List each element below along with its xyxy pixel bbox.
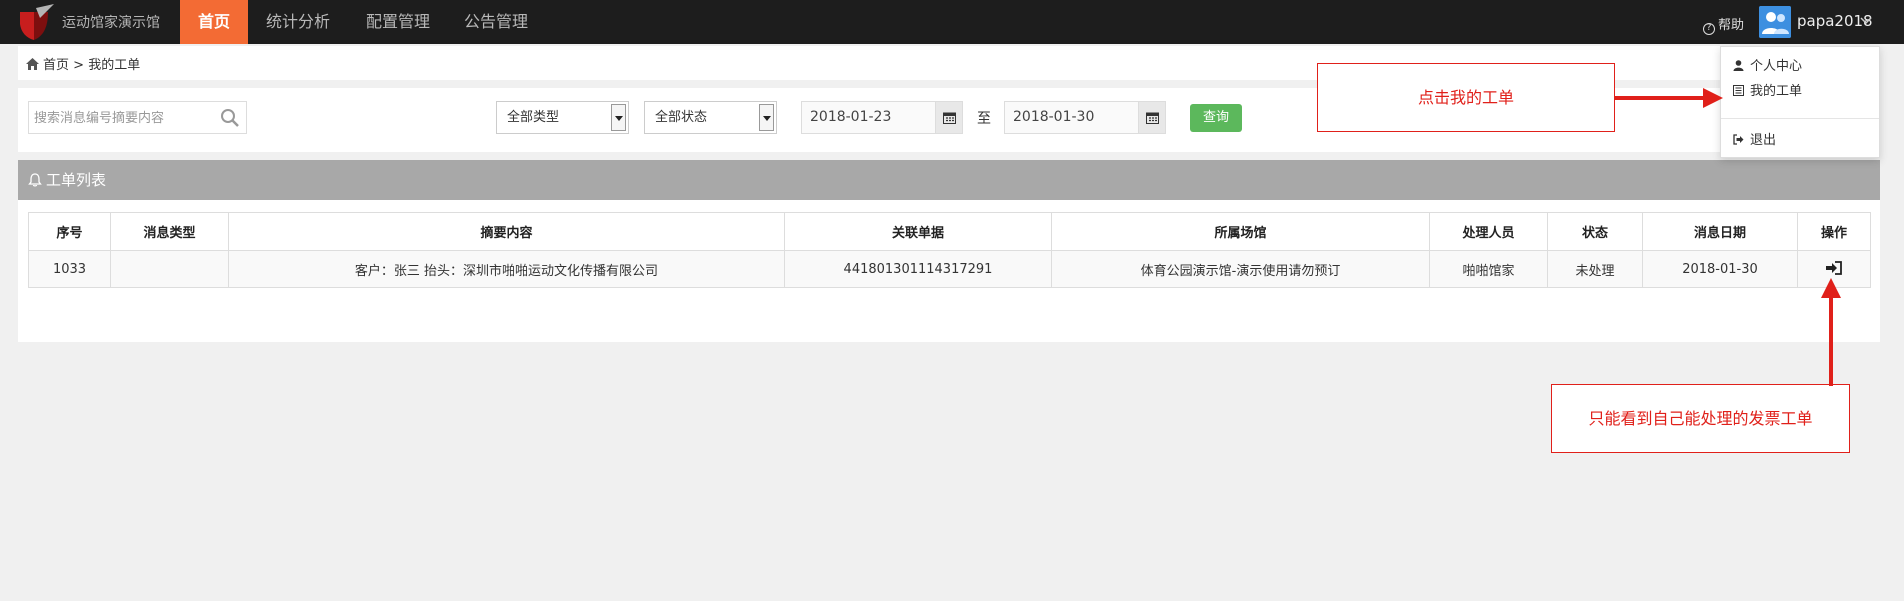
breadcrumb-current: 我的工单: [88, 58, 141, 73]
table-row: 1033 客户：张三 抬头：深圳市啪啪运动文化传播有限公司 4418013011…: [28, 250, 1871, 288]
status-select-value: 全部状态: [655, 110, 708, 125]
cell-summary: 客户：张三 抬头：深圳市啪啪运动文化传播有限公司: [228, 250, 785, 288]
column-header: 操作: [1797, 212, 1871, 251]
menu-item-my-orders[interactable]: 我的工单: [1733, 80, 1802, 99]
column-header: 处理人员: [1429, 212, 1548, 251]
user-dropdown-menu: 个人中心 我的工单 退出: [1720, 46, 1880, 158]
type-select-value: 全部类型: [507, 110, 560, 125]
dropdown-arrow-icon[interactable]: [759, 104, 774, 131]
user-icon: [1733, 60, 1744, 71]
logout-icon: [1733, 134, 1744, 145]
annotation-visibility-note: 只能看到自己能处理的发票工单: [1551, 384, 1850, 453]
calendar-button[interactable]: [1138, 102, 1165, 133]
query-button[interactable]: 查询: [1190, 104, 1242, 132]
bell-icon: [28, 173, 42, 187]
column-header: 摘要内容: [228, 212, 785, 251]
cell-id: 1033: [28, 250, 111, 288]
annotation-arrow-right: [1615, 88, 1723, 108]
cell-date: 2018-01-30: [1642, 250, 1798, 288]
date-range-separator: 至: [977, 111, 991, 127]
help-link[interactable]: ? 帮助: [1703, 14, 1744, 35]
cell-type: [110, 250, 229, 288]
column-header: 状态: [1547, 212, 1643, 251]
menu-item-label: 个人中心: [1750, 59, 1803, 74]
cell-handler: 啪啪馆家: [1429, 250, 1548, 288]
breadcrumb: 首页 > 我的工单: [26, 54, 140, 73]
nav-config[interactable]: 配置管理: [358, 0, 438, 44]
annotation-arrow-up: [1821, 278, 1841, 386]
app-title: 运动馆家演示馆: [62, 15, 160, 31]
nav-announcements[interactable]: 公告管理: [456, 0, 536, 44]
cell-status: 未处理: [1547, 250, 1643, 288]
menu-item-logout[interactable]: 退出: [1733, 129, 1776, 148]
date-from-field[interactable]: 2018-01-23: [801, 101, 963, 134]
breadcrumb-home[interactable]: 首页: [43, 58, 69, 73]
chevron-down-icon[interactable]: [1860, 16, 1872, 26]
column-header: 序号: [28, 212, 111, 251]
menu-item-label: 退出: [1750, 133, 1777, 148]
calendar-icon: [943, 112, 956, 124]
home-icon: [26, 58, 39, 70]
nav-statistics[interactable]: 统计分析: [258, 0, 338, 44]
column-header: 消息类型: [110, 212, 229, 251]
cell-related: 441801301114317291: [784, 250, 1052, 288]
date-to-field[interactable]: 2018-01-30: [1004, 101, 1166, 134]
search-input[interactable]: [34, 109, 214, 127]
column-header: 消息日期: [1642, 212, 1798, 251]
table-header-row: 序号 消息类型 摘要内容 关联单据 所属场馆 处理人员 状态 消息日期 操作: [28, 212, 1871, 251]
work-order-table: 序号 消息类型 摘要内容 关联单据 所属场馆 处理人员 状态 消息日期 操作 1…: [28, 212, 1871, 288]
type-select[interactable]: 全部类型: [496, 101, 629, 134]
dropdown-arrow-icon[interactable]: [611, 104, 626, 131]
column-header: 关联单据: [784, 212, 1052, 251]
calendar-button[interactable]: [935, 102, 962, 133]
nav-home[interactable]: 首页: [180, 0, 248, 44]
column-header: 所属场馆: [1051, 212, 1430, 251]
menu-divider: [1721, 118, 1879, 119]
calendar-icon: [1146, 112, 1159, 124]
date-from-value: 2018-01-23: [810, 109, 892, 125]
menu-item-label: 我的工单: [1750, 84, 1803, 99]
list-icon: [1733, 85, 1744, 96]
date-to-value: 2018-01-30: [1013, 109, 1095, 125]
panel-title: 工单列表: [46, 171, 107, 189]
search-icon[interactable]: [220, 108, 240, 128]
status-select[interactable]: 全部状态: [644, 101, 777, 134]
menu-item-profile[interactable]: 个人中心: [1733, 55, 1802, 74]
cell-venue: 体育公园演示馆-演示使用请勿预订: [1051, 250, 1430, 288]
logo-icon: [20, 4, 54, 40]
question-icon: ?: [1703, 23, 1715, 35]
help-label: 帮助: [1718, 18, 1745, 33]
sign-in-icon[interactable]: [1826, 261, 1842, 275]
panel-header: 工单列表: [18, 160, 1880, 200]
annotation-click-my-orders: 点击我的工单: [1317, 63, 1615, 132]
breadcrumb-separator: >: [73, 58, 85, 73]
avatar-icon[interactable]: [1759, 6, 1791, 38]
